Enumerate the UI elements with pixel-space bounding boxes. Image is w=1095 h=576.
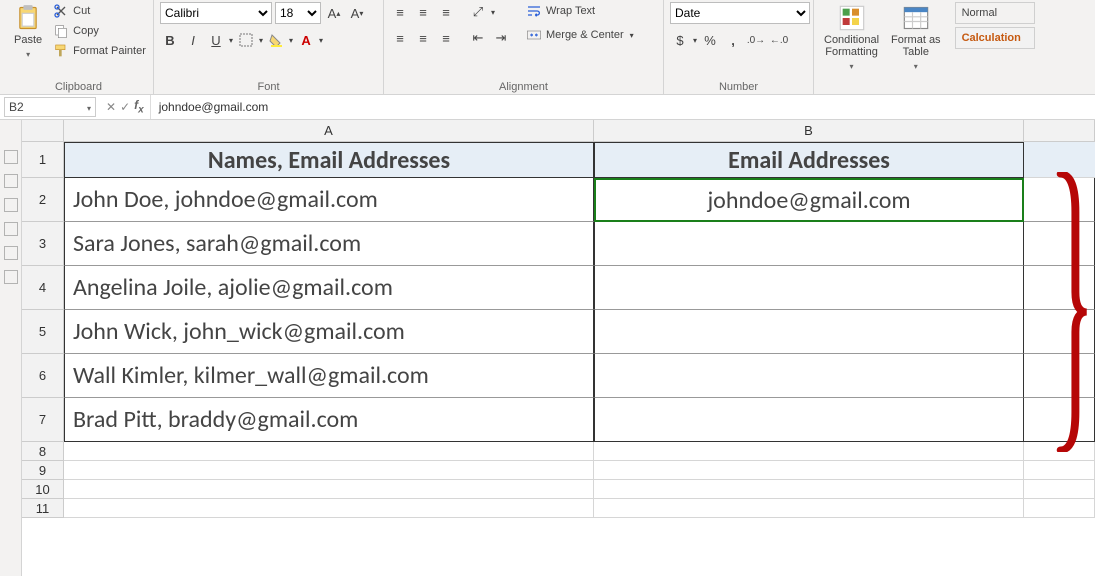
formula-bar: B2 ✕ ✓ fx johndoe@gmail.com: [0, 95, 1095, 120]
insert-function-button[interactable]: fx: [134, 98, 144, 115]
cell-A2[interactable]: John Doe, johndoe@gmail.com: [64, 178, 594, 222]
side-icon[interactable]: [4, 246, 18, 260]
row-header[interactable]: 3: [22, 222, 64, 266]
cell-A4[interactable]: Angelina Joile, ajolie@gmail.com: [64, 266, 594, 310]
cell-A6[interactable]: Wall Kimler, kilmer_wall@gmail.com: [64, 354, 594, 398]
paste-button[interactable]: Paste: [10, 2, 46, 62]
font-name-select[interactable]: Calibri: [160, 2, 272, 24]
group-font: Calibri 18 A▴ A▾ B I U▾ ▾ ▾ A▾ Font: [154, 0, 384, 94]
col-header-A[interactable]: A: [64, 120, 594, 142]
row-header[interactable]: 10: [22, 480, 64, 499]
cell-B11[interactable]: [594, 499, 1024, 518]
group-clipboard: Paste Cut Copy Format Painter Clipboard: [4, 0, 154, 94]
cell-B2[interactable]: johndoe@gmail.com: [594, 178, 1024, 222]
cell-B1[interactable]: Email Addresses: [594, 142, 1024, 178]
cell-B8[interactable]: [594, 442, 1024, 461]
copy-icon: [53, 23, 69, 39]
col-header-C[interactable]: [1024, 120, 1095, 142]
row-header[interactable]: 5: [22, 310, 64, 354]
row-header[interactable]: 1: [22, 142, 64, 178]
cell-B5[interactable]: [594, 310, 1024, 354]
row-header[interactable]: 9: [22, 461, 64, 480]
bold-button[interactable]: B: [160, 30, 180, 50]
comma-button[interactable]: ,: [723, 30, 743, 50]
font-size-select[interactable]: 18: [275, 2, 321, 24]
style-normal[interactable]: Normal: [955, 2, 1035, 24]
decrease-font-button[interactable]: A▾: [347, 3, 367, 23]
scissors-icon: [53, 3, 69, 19]
name-box[interactable]: B2: [4, 97, 96, 117]
spreadsheet-grid[interactable]: A B 1234567891011 Names, Email Addresses…: [22, 120, 1095, 576]
cell-A7[interactable]: Brad Pitt, braddy@gmail.com: [64, 398, 594, 442]
underline-button[interactable]: U: [206, 30, 226, 50]
decrease-decimal-button[interactable]: ←.0: [769, 30, 789, 50]
align-center-button[interactable]: ≡: [413, 28, 433, 48]
number-format-select[interactable]: Date: [670, 2, 810, 24]
formula-input[interactable]: johndoe@gmail.com: [151, 100, 1095, 114]
format-painter-button[interactable]: Format Painter: [50, 42, 149, 60]
cut-button[interactable]: Cut: [50, 2, 149, 20]
borders-button[interactable]: [236, 30, 256, 50]
decrease-indent-button[interactable]: ⇤: [468, 28, 488, 48]
brace-annotation: [1055, 172, 1089, 452]
cell-A8[interactable]: [64, 442, 594, 461]
increase-font-button[interactable]: A▴: [324, 3, 344, 23]
side-icon[interactable]: [4, 222, 18, 236]
side-icon[interactable]: [4, 270, 18, 284]
cell-B6[interactable]: [594, 354, 1024, 398]
side-icon[interactable]: [4, 174, 18, 188]
cell-A3[interactable]: Sara Jones, sarah@gmail.com: [64, 222, 594, 266]
col-header-B[interactable]: B: [594, 120, 1024, 142]
align-middle-button[interactable]: ≡: [413, 2, 433, 22]
italic-button[interactable]: I: [183, 30, 203, 50]
align-bottom-button[interactable]: ≡: [436, 2, 456, 22]
merge-icon: [526, 27, 542, 43]
align-left-button[interactable]: ≡: [390, 28, 410, 48]
group-styles: Conditional Formatting Format as Table N…: [814, 0, 1091, 94]
row-header[interactable]: 7: [22, 398, 64, 442]
cell-A9[interactable]: [64, 461, 594, 480]
align-top-button[interactable]: ≡: [390, 2, 410, 22]
increase-indent-button[interactable]: ⇥: [491, 28, 511, 48]
style-calculation[interactable]: Calculation: [955, 27, 1035, 49]
paintbrush-icon: [53, 43, 69, 59]
side-panel: [0, 120, 22, 576]
accounting-button[interactable]: $: [670, 30, 690, 50]
cell-A11[interactable]: [64, 499, 594, 518]
conditional-formatting-button[interactable]: Conditional Formatting: [820, 2, 883, 74]
merge-center-button[interactable]: Merge & Center▾: [523, 26, 637, 44]
row-header[interactable]: 4: [22, 266, 64, 310]
group-number: Date $▾ % , .0→ ←.0 Number: [664, 0, 814, 94]
format-as-table-button[interactable]: Format as Table: [887, 2, 945, 74]
cell-B4[interactable]: [594, 266, 1024, 310]
increase-decimal-button[interactable]: .0→: [746, 30, 766, 50]
cell-A5[interactable]: John Wick, john_wick@gmail.com: [64, 310, 594, 354]
row-header[interactable]: 6: [22, 354, 64, 398]
side-icon[interactable]: [4, 150, 18, 164]
cancel-formula-button[interactable]: ✕: [106, 100, 116, 114]
copy-button[interactable]: Copy: [50, 22, 149, 40]
row-header[interactable]: 2: [22, 178, 64, 222]
wrap-text-button[interactable]: Wrap Text: [523, 2, 637, 20]
wrap-icon: [526, 3, 542, 19]
side-icon[interactable]: [4, 198, 18, 212]
group-alignment: ≡ ≡ ≡ ⤢▾ ≡ ≡ ≡ ⇤ ⇥ Wrap Tex: [384, 0, 664, 94]
cell-B10[interactable]: [594, 480, 1024, 499]
font-color-button[interactable]: A: [296, 30, 316, 50]
ribbon: Paste Cut Copy Format Painter Clipboard: [0, 0, 1095, 95]
cell-A1[interactable]: Names, Email Addresses: [64, 142, 594, 178]
row-header[interactable]: 11: [22, 499, 64, 518]
row-header[interactable]: 8: [22, 442, 64, 461]
cell-B3[interactable]: [594, 222, 1024, 266]
align-right-button[interactable]: ≡: [436, 28, 456, 48]
cell-B9[interactable]: [594, 461, 1024, 480]
cell-B7[interactable]: [594, 398, 1024, 442]
cell-A10[interactable]: [64, 480, 594, 499]
fill-color-button[interactable]: [266, 30, 286, 50]
orientation-button[interactable]: ⤢: [468, 2, 488, 22]
select-all-corner[interactable]: [22, 120, 64, 142]
percent-button[interactable]: %: [700, 30, 720, 50]
accept-formula-button[interactable]: ✓: [120, 100, 130, 114]
